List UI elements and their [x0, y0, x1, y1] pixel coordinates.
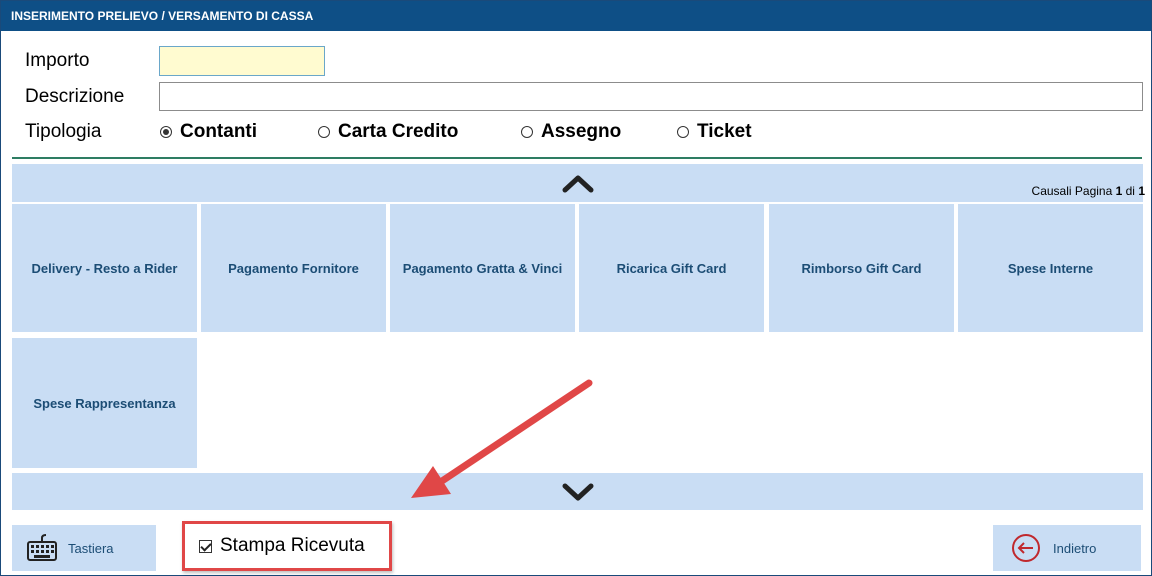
importo-input[interactable] [159, 46, 325, 76]
causale-tile[interactable]: Spese Rappresentanza [12, 338, 197, 468]
back-arrow-icon [1012, 534, 1040, 562]
radio-unselected-icon [521, 126, 533, 138]
scroll-down-button[interactable] [12, 473, 1143, 510]
keyboard-icon [27, 534, 57, 561]
chevron-up-icon [562, 175, 594, 193]
radio-ticket[interactable]: Ticket [677, 120, 752, 144]
radio-unselected-icon [677, 126, 689, 138]
scroll-up-button[interactable] [12, 164, 1143, 202]
page-indicator: Causali Pagina 1 di 1 [1032, 184, 1145, 198]
descrizione-input[interactable] [159, 82, 1143, 111]
radio-contanti[interactable]: Contanti [160, 120, 257, 144]
causale-tile[interactable]: Pagamento Fornitore [201, 204, 386, 332]
print-receipt-label: Stampa Ricevuta [220, 535, 365, 556]
causale-tile[interactable]: Delivery - Resto a Rider [12, 204, 197, 332]
radio-label: Assegno [541, 121, 622, 142]
causale-tile[interactable]: Spese Interne [958, 204, 1143, 332]
descrizione-label: Descrizione [25, 86, 125, 107]
page-prefix: Causali Pagina [1031, 184, 1113, 198]
radio-label: Contanti [180, 121, 258, 142]
divider [12, 157, 1142, 159]
causale-tile[interactable]: Ricarica Gift Card [579, 204, 764, 332]
radio-assegno[interactable]: Assegno [521, 120, 621, 144]
causale-tile[interactable]: Rimborso Gift Card [769, 204, 954, 332]
radio-label: Ticket [697, 121, 752, 142]
back-label: Indietro [1053, 540, 1097, 556]
causale-tile[interactable]: Pagamento Gratta & Vinci [390, 204, 575, 332]
cash-movement-window: INSERIMENTO PRELIEVO / VERSAMENTO DI CAS… [0, 0, 1152, 576]
radio-label: Carta Credito [338, 121, 459, 142]
tipologia-label: Tipologia [25, 121, 102, 142]
chevron-down-icon [562, 483, 594, 501]
radio-unselected-icon [318, 126, 330, 138]
radio-selected-icon [160, 126, 172, 138]
radio-carta-credito[interactable]: Carta Credito [318, 120, 458, 144]
page-current: 1 [1115, 184, 1123, 198]
back-button[interactable]: Indietro [993, 525, 1141, 571]
print-receipt-checkbox[interactable]: Stampa Ricevuta [182, 521, 392, 571]
keyboard-button[interactable]: Tastiera [12, 525, 156, 571]
keyboard-label: Tastiera [68, 540, 114, 556]
importo-label: Importo [25, 50, 90, 71]
checkbox-checked-icon [199, 539, 212, 553]
page-total: 1 [1138, 184, 1145, 198]
window-title: INSERIMENTO PRELIEVO / VERSAMENTO DI CAS… [1, 1, 1151, 31]
page-separator: di [1125, 184, 1135, 198]
